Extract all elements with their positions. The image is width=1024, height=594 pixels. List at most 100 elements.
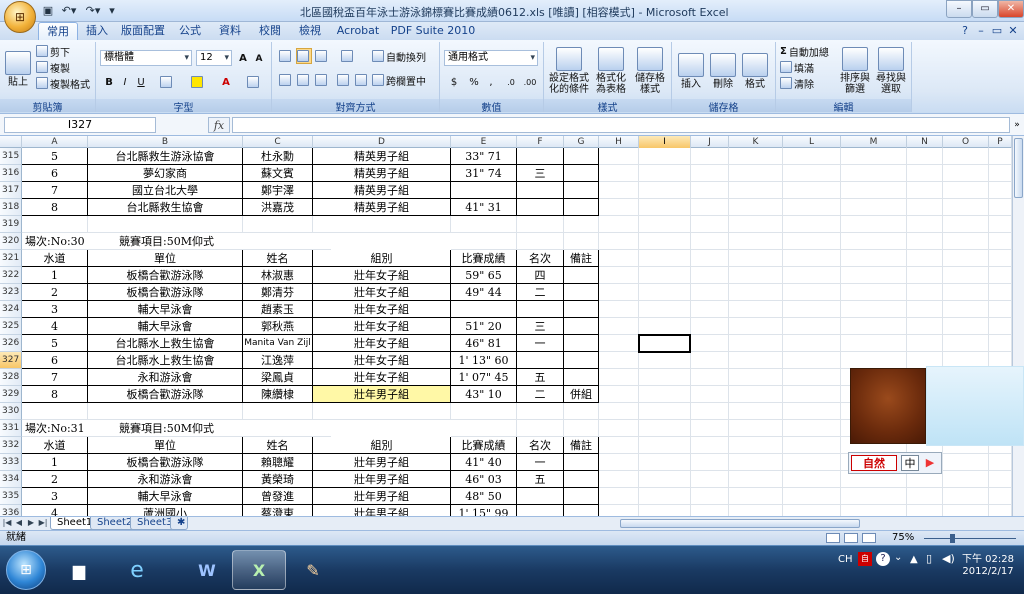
table-cell[interactable] [691, 148, 729, 165]
row-header[interactable]: 319 [0, 216, 22, 233]
table-cell[interactable] [729, 233, 783, 250]
number-format-select[interactable]: 通用格式 [444, 50, 538, 66]
table-cell[interactable] [599, 165, 639, 182]
table-cell[interactable] [783, 267, 841, 284]
table-cell[interactable] [989, 199, 1012, 216]
table-cell[interactable] [841, 148, 907, 165]
column-title-cell[interactable] [841, 250, 907, 267]
tab-formulas[interactable]: 公式 [172, 22, 208, 40]
fill-color-button[interactable] [186, 74, 210, 90]
ime-mode-button[interactable]: 中 [901, 455, 919, 471]
expand-formula-icon[interactable]: » [1012, 117, 1022, 133]
insert-cells-button[interactable]: 插入 [676, 44, 706, 98]
conditional-format-button[interactable]: 設定格式化的條件 [548, 44, 590, 98]
table-cell[interactable]: 永和游泳會 [88, 471, 243, 488]
table-cell[interactable]: 8 [22, 386, 88, 403]
table-cell[interactable] [943, 165, 989, 182]
column-header[interactable]: C [243, 136, 313, 148]
table-cell[interactable]: 板橋合歡游泳隊 [88, 267, 243, 284]
shrink-font-button[interactable]: A [252, 52, 266, 66]
table-cell[interactable] [943, 488, 989, 505]
table-cell[interactable] [989, 284, 1012, 301]
table-cell[interactable]: 鄭宇澤 [243, 182, 313, 199]
table-cell[interactable] [564, 505, 599, 516]
select-all-corner[interactable] [0, 136, 22, 148]
table-cell[interactable] [639, 301, 691, 318]
table-cell[interactable] [783, 148, 841, 165]
table-cell[interactable]: 杜永勳 [243, 148, 313, 165]
align-top-button[interactable] [278, 48, 294, 64]
column-title-cell[interactable] [989, 250, 1012, 267]
table-cell[interactable] [989, 165, 1012, 182]
tray-options-icon[interactable]: ⌄ [894, 552, 902, 563]
close-button[interactable]: ✕ [998, 0, 1024, 18]
table-cell[interactable]: 3 [22, 301, 88, 318]
table-cell[interactable] [783, 352, 841, 369]
tab-data[interactable]: 資料 [212, 22, 248, 40]
name-box[interactable]: I327 [4, 117, 156, 133]
column-title-cell[interactable]: 姓名 [243, 250, 313, 267]
table-cell[interactable]: 3 [22, 488, 88, 505]
table-cell[interactable] [729, 454, 783, 471]
table-cell[interactable] [599, 199, 639, 216]
column-header[interactable]: L [783, 136, 841, 148]
table-cell[interactable] [907, 267, 943, 284]
table-cell[interactable] [783, 284, 841, 301]
table-cell[interactable] [841, 216, 907, 233]
table-cell[interactable] [564, 182, 599, 199]
table-cell[interactable]: 精英男子組 [313, 148, 451, 165]
table-cell[interactable]: 1 [22, 267, 88, 284]
table-cell[interactable]: 三 [517, 165, 564, 182]
row-header[interactable]: 335 [0, 488, 22, 505]
table-cell[interactable]: 7 [22, 182, 88, 199]
table-cell[interactable] [639, 488, 691, 505]
column-title-cell[interactable]: 比賽成績 [451, 250, 517, 267]
table-cell[interactable] [907, 148, 943, 165]
table-cell[interactable]: 壯年女子組 [313, 335, 451, 352]
table-cell[interactable]: 46" 81 [451, 335, 517, 352]
column-title-cell[interactable] [639, 250, 691, 267]
table-cell[interactable]: 2 [22, 471, 88, 488]
language-indicator[interactable]: CH [838, 554, 853, 565]
table-cell[interactable] [517, 216, 564, 233]
column-title-cell[interactable]: 組別 [313, 437, 451, 454]
table-cell[interactable] [599, 301, 639, 318]
row-header[interactable]: 327 [0, 352, 22, 369]
table-cell[interactable]: 永和游泳會 [88, 369, 243, 386]
phonetic-button[interactable] [242, 74, 266, 90]
table-cell[interactable] [989, 216, 1012, 233]
table-cell[interactable] [517, 352, 564, 369]
table-cell[interactable]: 洪嘉茂 [243, 199, 313, 216]
table-cell[interactable] [517, 505, 564, 516]
table-cell[interactable]: 48" 50 [451, 488, 517, 505]
table-cell[interactable] [243, 403, 313, 420]
row-header[interactable]: 329 [0, 386, 22, 403]
row-header[interactable]: 334 [0, 471, 22, 488]
table-cell[interactable] [599, 454, 639, 471]
table-cell[interactable] [599, 403, 639, 420]
table-cell[interactable]: 輔大早泳會 [88, 488, 243, 505]
tab-insert[interactable]: 插入 [80, 22, 114, 40]
row-header[interactable]: 318 [0, 199, 22, 216]
paste-button[interactable]: 貼上 [4, 44, 32, 94]
row-header[interactable]: 323 [0, 284, 22, 301]
table-cell[interactable] [989, 182, 1012, 199]
column-header[interactable]: M [841, 136, 907, 148]
column-header[interactable]: I [639, 136, 691, 148]
help-tray-icon[interactable]: ? [876, 552, 890, 566]
column-header[interactable]: B [88, 136, 243, 148]
table-cell[interactable] [691, 403, 729, 420]
table-cell[interactable] [943, 199, 989, 216]
help-icon[interactable]: ? [958, 22, 972, 40]
table-cell[interactable]: 41" 40 [451, 454, 517, 471]
undo-icon[interactable]: ↶▾ [58, 2, 80, 19]
ie-icon[interactable]: e [110, 550, 164, 590]
table-cell[interactable]: 郭秋燕 [243, 318, 313, 335]
tab-acrobat[interactable]: Acrobat [332, 22, 384, 40]
row-header[interactable]: 317 [0, 182, 22, 199]
clock-time[interactable]: 下午 02:28 [960, 550, 1016, 565]
table-cell[interactable] [517, 420, 564, 437]
table-cell[interactable] [639, 284, 691, 301]
table-cell[interactable] [88, 403, 243, 420]
table-cell[interactable] [564, 352, 599, 369]
